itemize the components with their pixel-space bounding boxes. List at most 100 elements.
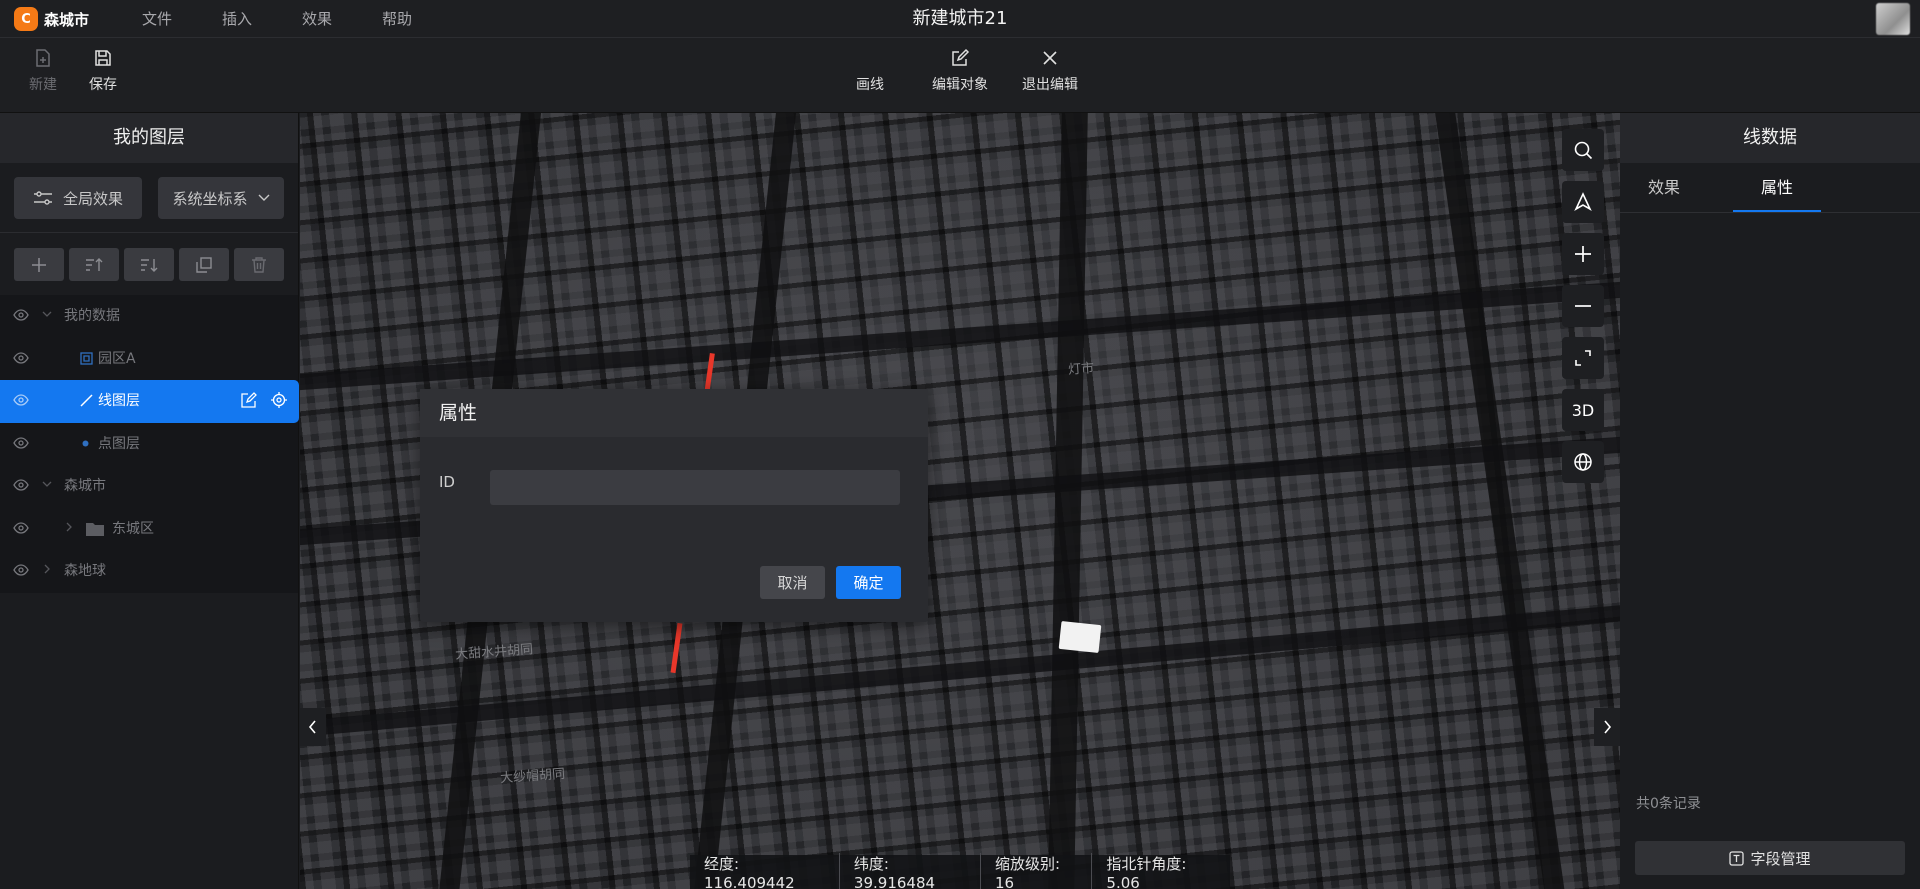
save-icon bbox=[95, 50, 111, 66]
sort-down-button[interactable] bbox=[124, 248, 174, 281]
cancel-button[interactable]: 取消 bbox=[760, 566, 825, 599]
field-manage-button[interactable]: 字段管理 bbox=[1635, 841, 1905, 875]
tree-item-label: 我的数据 bbox=[64, 308, 120, 324]
chevron-right-icon[interactable] bbox=[42, 564, 52, 574]
layer-panel-actions: 全局效果 系统坐标系 bbox=[0, 163, 298, 233]
drawn-line[interactable] bbox=[670, 622, 683, 674]
map-road bbox=[1433, 113, 1567, 889]
zoom-readout: 缩放级别: 16 bbox=[981, 852, 1093, 889]
app-name: 森城市 bbox=[44, 10, 90, 29]
chevron-down-icon[interactable] bbox=[42, 309, 52, 319]
main-menu: 文件 插入 效果 帮助 bbox=[142, 0, 462, 38]
coord-system-select[interactable]: 系统坐标系 bbox=[158, 177, 284, 219]
confirm-button[interactable]: 确定 bbox=[836, 566, 901, 599]
tree-item-label: 东城区 bbox=[112, 520, 154, 537]
layer-panel-title: 我的图层 bbox=[0, 113, 298, 163]
chevron-down-icon[interactable] bbox=[42, 479, 52, 489]
model-icon bbox=[80, 351, 93, 365]
map-status-bar: 经度: 116.409442 纬度: 39.916484 缩放级别: 16 指北… bbox=[690, 852, 1230, 889]
layer-panel: 我的图层 全局效果 系统坐标系 我的数据 园区A 线图层 点图层 森城市 东城区… bbox=[0, 113, 299, 889]
tree-item-point-layer[interactable]: 点图层 bbox=[0, 423, 298, 466]
eye-icon[interactable] bbox=[13, 309, 29, 321]
global-effect-label: 全局效果 bbox=[62, 189, 123, 208]
tree-item-sen-city[interactable]: 森城市 bbox=[0, 465, 298, 508]
row-actions bbox=[241, 392, 287, 408]
tree-item-park-a[interactable]: 园区A bbox=[0, 338, 298, 381]
eye-icon[interactable] bbox=[13, 521, 29, 534]
tree-item-line-layer[interactable]: 线图层 bbox=[0, 380, 299, 423]
folder-icon bbox=[86, 522, 104, 536]
field-manage-label: 字段管理 bbox=[1750, 849, 1811, 868]
latitude-readout: 纬度: 39.916484 bbox=[840, 852, 982, 889]
line-data-panel: 线数据 效果 属性 共0条记录 字段管理 bbox=[1620, 113, 1920, 889]
map-controls: 3D bbox=[1562, 129, 1604, 493]
map-road bbox=[1047, 113, 1089, 889]
point-icon bbox=[82, 440, 89, 446]
compass-button[interactable] bbox=[1562, 181, 1604, 223]
street-label: 大纱帽胡同 bbox=[499, 766, 566, 787]
collapse-left-button[interactable] bbox=[300, 708, 326, 746]
line-icon bbox=[80, 394, 93, 407]
zoom-out-button[interactable] bbox=[1562, 285, 1604, 327]
tree-item-label: 园区A bbox=[98, 350, 136, 367]
menu-effect[interactable]: 效果 bbox=[302, 0, 382, 38]
eye-icon[interactable] bbox=[13, 394, 29, 406]
chevron-right-icon bbox=[1604, 720, 1612, 734]
menu-file[interactable]: 文件 bbox=[142, 0, 222, 38]
edit-icon[interactable] bbox=[241, 392, 257, 408]
layer-tree: 我的数据 园区A 线图层 点图层 森城市 东城区 森地球 bbox=[0, 295, 299, 593]
add-layer-button[interactable] bbox=[14, 248, 64, 281]
tree-item-label: 森地球 bbox=[64, 563, 106, 579]
tree-item-label: 点图层 bbox=[98, 435, 140, 452]
global-effect-button[interactable]: 全局效果 bbox=[14, 177, 142, 219]
id-input[interactable] bbox=[490, 470, 900, 505]
tree-item-label: 森城市 bbox=[64, 478, 106, 494]
copy-layer-button[interactable] bbox=[179, 248, 229, 281]
collapse-right-button[interactable] bbox=[1594, 708, 1620, 746]
exit-edit-button[interactable]: 退出编辑 bbox=[1015, 48, 1085, 94]
plus-icon bbox=[32, 257, 46, 272]
app-logo[interactable]: C 森城市 bbox=[14, 7, 89, 31]
close-icon bbox=[1043, 51, 1057, 65]
draw-line-label: 画线 bbox=[856, 77, 884, 93]
map-road bbox=[300, 603, 1620, 739]
eye-icon[interactable] bbox=[13, 564, 29, 576]
delete-layer-button[interactable] bbox=[234, 248, 284, 281]
tree-item-sen-earth[interactable]: 森地球 bbox=[0, 550, 298, 593]
edit-object-button[interactable]: 编辑对象 bbox=[925, 48, 995, 94]
chevron-right-icon[interactable] bbox=[64, 522, 74, 532]
active-tab-indicator bbox=[1733, 210, 1821, 212]
menu-help[interactable]: 帮助 bbox=[382, 0, 462, 38]
layer-tools bbox=[0, 233, 298, 295]
eye-icon[interactable] bbox=[13, 351, 29, 364]
save-button[interactable]: 保存 bbox=[68, 48, 138, 94]
tree-item-my-data[interactable]: 我的数据 bbox=[0, 295, 298, 338]
exit-edit-label: 退出编辑 bbox=[1022, 77, 1078, 93]
search-map-button[interactable] bbox=[1562, 129, 1604, 171]
sort-up-button[interactable] bbox=[69, 248, 119, 281]
user-avatar[interactable] bbox=[1876, 3, 1910, 35]
menu-insert[interactable]: 插入 bbox=[222, 0, 302, 38]
eye-icon[interactable] bbox=[13, 436, 29, 449]
chevron-down-icon bbox=[258, 194, 269, 201]
locate-icon[interactable] bbox=[271, 392, 287, 408]
edit-object-label: 编辑对象 bbox=[932, 77, 988, 93]
tab-effect[interactable]: 效果 bbox=[1648, 163, 1680, 213]
street-label: 大甜水井胡同 bbox=[454, 642, 534, 663]
globe-button[interactable] bbox=[1562, 441, 1604, 483]
new-file-icon bbox=[36, 49, 50, 67]
fullscreen-button[interactable] bbox=[1562, 337, 1604, 379]
eye-icon[interactable] bbox=[13, 479, 29, 491]
logo-icon: C bbox=[14, 7, 38, 31]
tree-item-dongcheng[interactable]: 东城区 bbox=[0, 508, 298, 551]
id-field-label: ID bbox=[439, 473, 455, 491]
map-marker[interactable] bbox=[1058, 620, 1102, 654]
longitude-readout: 经度: 116.409442 bbox=[690, 852, 840, 889]
fullscreen-icon bbox=[1575, 350, 1591, 366]
tab-attributes[interactable]: 属性 bbox=[1761, 163, 1793, 213]
draw-line-button[interactable]: 画线 bbox=[835, 74, 905, 94]
3d-toggle-button[interactable]: 3D bbox=[1562, 389, 1604, 431]
zoom-in-button[interactable] bbox=[1562, 233, 1604, 275]
search-icon bbox=[1574, 141, 1593, 160]
edit-icon bbox=[952, 48, 970, 66]
